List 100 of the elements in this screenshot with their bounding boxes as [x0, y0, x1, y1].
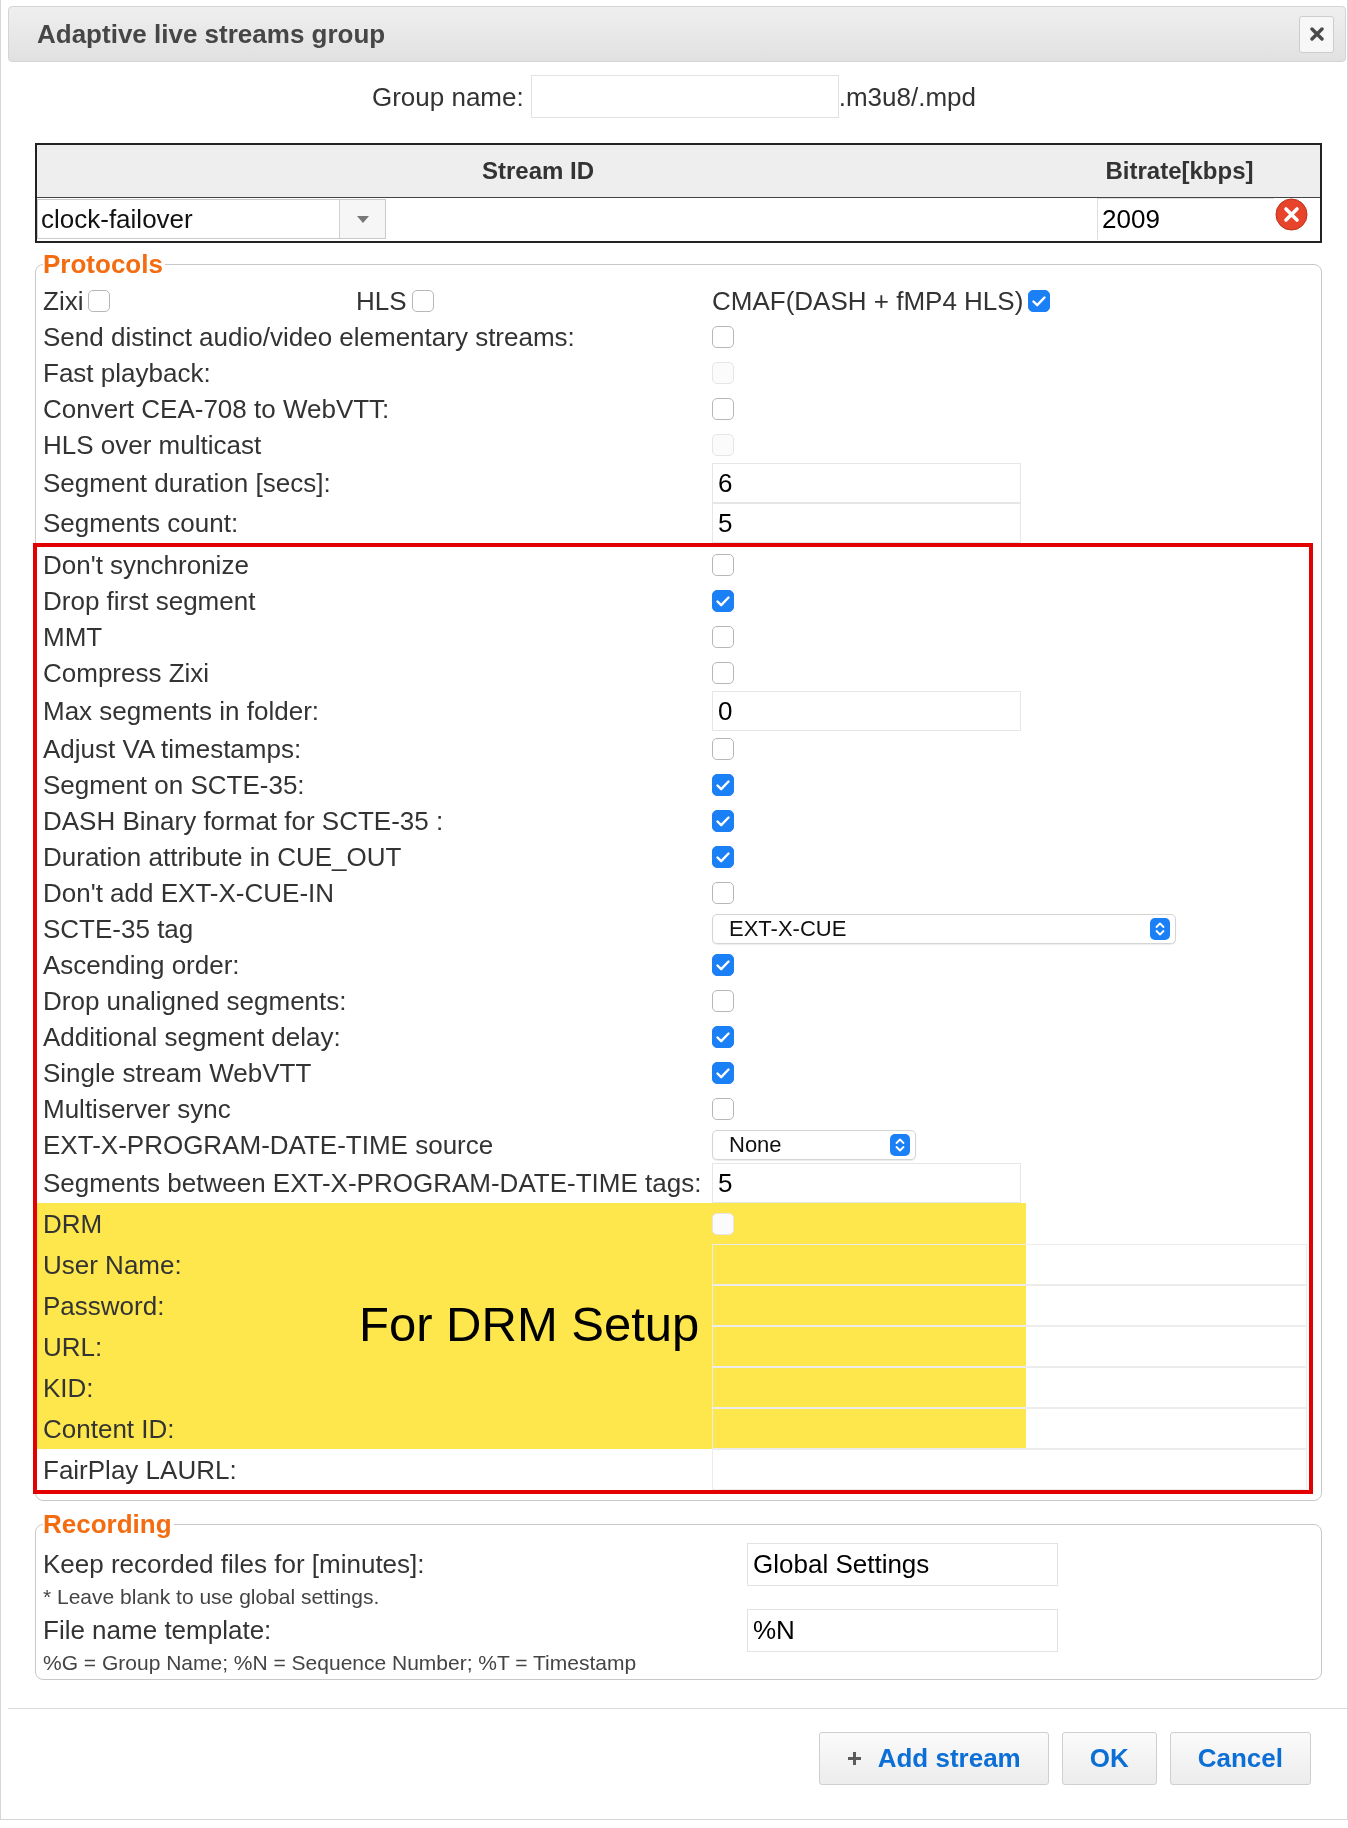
dropdown[interactable]: None: [712, 1130, 916, 1160]
field-label: Segment on SCTE-35:: [43, 770, 305, 800]
checkmark-icon: [716, 779, 730, 791]
checkbox[interactable]: [1028, 290, 1051, 312]
text-field[interactable]: Global Settings: [747, 1542, 1058, 1586]
field-label: Zixi: [43, 286, 84, 316]
field-label: Convert CEA-708 to WebVTT:: [43, 394, 390, 424]
field-label: EXT-X-PROGRAM-DATE-TIME source: [43, 1130, 494, 1160]
field-label: Password:: [43, 1290, 165, 1321]
x-circle-icon[interactable]: [1275, 198, 1308, 231]
checkbox[interactable]: [712, 590, 734, 612]
hint-text: * Leave blank to use global settings.: [43, 1586, 380, 1608]
field-label: Keep recorded files for [minutes]:: [43, 1549, 425, 1579]
text-field[interactable]: 6: [712, 463, 1021, 503]
text-field[interactable]: [712, 1244, 1307, 1285]
checkbox[interactable]: [712, 990, 734, 1012]
plus-icon: [846, 1751, 862, 1766]
field-label: Drop first segment: [43, 586, 256, 616]
checkbox[interactable]: [712, 882, 734, 904]
text-field[interactable]: [712, 1285, 1307, 1326]
checkmark-icon: [716, 595, 730, 607]
field-suffix: .m3u8/.mpd: [838, 81, 976, 112]
text-field[interactable]: [712, 1408, 1307, 1449]
section-legend: Recording: [43, 1509, 174, 1539]
close-icon: [1309, 27, 1324, 41]
field-label: Don't add EXT-X-CUE-IN: [43, 878, 335, 908]
field-label: URL:: [43, 1331, 103, 1362]
field-label: Segments between EXT-X-PROGRAM-DATE-TIME tags:: [43, 1168, 702, 1198]
dropdown[interactable]: clock-failover: [37, 199, 386, 239]
checkmark-icon: [716, 1067, 730, 1079]
text-field[interactable]: [712, 1449, 1307, 1490]
field-label: CMAF(DASH + fMP4 HLS): [712, 286, 1024, 316]
checkbox[interactable]: [712, 1098, 734, 1120]
field-label: MMT: [43, 622, 103, 652]
close-button[interactable]: [1299, 15, 1334, 53]
text-field[interactable]: 2009: [1097, 198, 1274, 240]
field-label: DRM: [43, 1208, 103, 1239]
dialog-button[interactable]: Cancel: [1169, 1732, 1311, 1785]
dialog-button[interactable]: Add stream: [818, 1732, 1049, 1785]
field-label: User Name:: [43, 1249, 182, 1280]
field-label: Content ID:: [43, 1413, 175, 1444]
field-label: Segments count:: [43, 508, 239, 538]
checkmark-icon: [716, 959, 730, 971]
column-header: Stream ID: [37, 145, 1095, 197]
dialog-title: Adaptive live streams group: [37, 18, 386, 50]
checkmark-icon: [716, 1031, 730, 1043]
field-label: Single stream WebVTT: [43, 1058, 312, 1088]
checkbox[interactable]: [712, 1062, 734, 1084]
column-header: Bitrate[kbps]: [1095, 145, 1320, 197]
text-field[interactable]: 5: [712, 503, 1021, 543]
field-label: HLS: [356, 286, 407, 316]
field-label: File name template:: [43, 1615, 272, 1645]
checkmark-icon: [716, 851, 730, 863]
checkbox[interactable]: [712, 398, 734, 420]
field-label: Compress Zixi: [43, 658, 210, 688]
checkmark-icon: [1032, 295, 1047, 307]
annotation-note: For DRM Setup: [359, 1300, 700, 1349]
checkbox[interactable]: [712, 810, 734, 832]
text-field[interactable]: %N: [747, 1608, 1058, 1652]
field-label: Max segments in folder:: [43, 696, 319, 726]
checkbox[interactable]: [712, 326, 734, 348]
text-field[interactable]: 0: [712, 691, 1021, 731]
field-label: FairPlay LAURL:: [43, 1454, 237, 1485]
checkbox[interactable]: [712, 738, 734, 760]
checkbox[interactable]: [712, 626, 734, 648]
checkbox[interactable]: [712, 774, 734, 796]
field-label: Fast playback:: [43, 358, 211, 388]
field-label: Drop unaligned segments:: [43, 986, 347, 1016]
field-label: SCTE-35 tag: [43, 914, 194, 944]
field-label: Send distinct audio/video elementary streams:: [43, 322, 575, 352]
section-legend: Protocols: [43, 249, 165, 279]
chevron-updown-icon: [890, 1134, 910, 1156]
field-label: Adjust VA timestamps:: [43, 734, 302, 764]
checkbox[interactable]: [411, 290, 434, 312]
field-label: Multiserver sync: [43, 1094, 231, 1124]
text-field[interactable]: [530, 75, 839, 118]
field-label: HLS over multicast: [43, 430, 262, 460]
checkbox[interactable]: [712, 1026, 734, 1048]
checkbox[interactable]: [712, 662, 734, 684]
field-label: KID:: [43, 1372, 94, 1403]
field-label: Ascending order:: [43, 950, 240, 980]
text-field[interactable]: [712, 1326, 1307, 1367]
dropdown[interactable]: EXT-X-CUE: [712, 914, 1176, 944]
caret-icon: [356, 215, 369, 223]
checkbox[interactable]: [712, 846, 734, 868]
checkbox[interactable]: [712, 954, 734, 976]
checkmark-icon: [716, 815, 730, 827]
chevron-updown-icon: [1150, 918, 1170, 940]
checkbox[interactable]: [88, 290, 111, 312]
hint-text: %G = Group Name; %N = Sequence Number; %T = Timestamp: [43, 1652, 637, 1674]
field-label: Duration attribute in CUE_OUT: [43, 842, 402, 872]
dialog-button[interactable]: OK: [1061, 1732, 1157, 1785]
text-field[interactable]: [712, 1367, 1307, 1408]
checkbox[interactable]: [712, 554, 734, 576]
field-label: Additional segment delay:: [43, 1022, 341, 1052]
text-field[interactable]: 5: [712, 1163, 1021, 1203]
field-label: DASH Binary format for SCTE-35 :: [43, 806, 444, 836]
field-label: Group name:: [371, 81, 524, 112]
field-label: Don't synchronize: [43, 550, 249, 580]
field-label: Segment duration [secs]:: [43, 468, 331, 498]
